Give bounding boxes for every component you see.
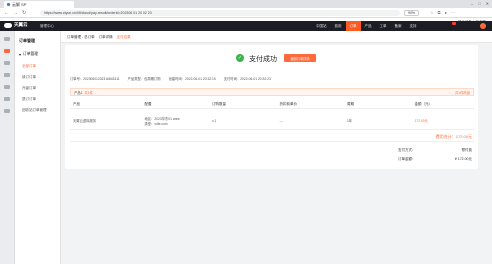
zoom-level[interactable]: 90% xyxy=(404,10,420,16)
nav-item[interactable]: 中国站 xyxy=(312,21,331,31)
order-number: 订单号：20230601202316843411 xyxy=(70,77,120,81)
order-info: 订单号：20230601202316843411 产品类型：包周期订购 创建时间… xyxy=(70,76,271,81)
sidebar-item[interactable]: 升级订单 xyxy=(22,86,36,91)
nav-item[interactable]: 费用 xyxy=(331,21,346,31)
nav-item[interactable]: 订单 xyxy=(345,21,361,31)
record-icon[interactable] xyxy=(4,97,10,101)
nav-item[interactable]: 支持 xyxy=(406,21,421,31)
product-group-tag: 共1件 xyxy=(84,90,93,95)
paid-time: 支付时间：2022-06-01 20:32:23 xyxy=(223,77,271,81)
order-amount-value: ¥ 172.00元 xyxy=(454,157,472,161)
column-header: 配置 xyxy=(144,101,152,106)
icon-rail xyxy=(0,31,15,264)
period: 1年 xyxy=(346,119,353,123)
url-input[interactable]: https://www.ctyun.cn/h5/cloud/pay-result… xyxy=(40,10,400,16)
created-time: 创建时间：2022-06-01 20:32:15 xyxy=(168,77,216,81)
product-name: 天翼云虚拟服务 xyxy=(73,119,97,123)
maximize-icon[interactable]: □ xyxy=(478,1,480,6)
order-amount-label: 订单金额： xyxy=(398,157,416,161)
breadcrumb-item[interactable]: 订单管理 - 总订单 xyxy=(67,35,95,40)
divider xyxy=(70,141,474,142)
sidebar-title: 订单管理 xyxy=(19,38,35,43)
column-header: 订购数量 xyxy=(211,101,226,106)
result-title: 支付成功 xyxy=(249,56,277,63)
sidebar-item[interactable]: 退订订单 xyxy=(22,97,36,102)
chevron-down-icon: ▾ xyxy=(19,53,21,57)
breadcrumb-item[interactable]: 订单详情 xyxy=(99,35,113,40)
close-icon[interactable]: ✕ xyxy=(486,1,489,6)
ticket-icon[interactable] xyxy=(4,85,10,89)
browser-tab[interactable]: 云解 SP xyxy=(4,1,74,8)
brand-logo[interactable]: 天翼云 xyxy=(4,22,28,28)
menu-icon[interactable]: ⋯ xyxy=(451,10,455,15)
top-nav: 中国站 费用 订单 产品 工单 备案 支持 xyxy=(312,21,421,31)
sidebar-group[interactable]: ▾ 订单管理 xyxy=(19,52,38,57)
table-header: 产品 配置 订购数量 折扣前单价 周期 金额（元） xyxy=(70,100,474,109)
product-config: 地区：2023华东01 area 类型：vdle.com xyxy=(144,116,212,126)
check-icon: ✓ xyxy=(236,54,244,62)
browser-nav: ← → ↻ xyxy=(4,10,26,16)
star-icon[interactable]: ☆ xyxy=(430,10,434,15)
order-icon[interactable] xyxy=(4,49,10,53)
back-arrow-icon[interactable]: ← xyxy=(4,10,9,16)
tab-favicon-icon xyxy=(7,3,10,6)
notification-badge xyxy=(452,22,456,25)
amount: 172.00元 xyxy=(414,119,428,123)
home-icon[interactable] xyxy=(4,37,10,41)
window-controls: – □ ✕ xyxy=(471,1,489,6)
cost-icon[interactable] xyxy=(4,61,10,65)
pay-method-value: 预付费 xyxy=(461,148,473,152)
table-row: 天翼云虚拟服务 地区：2023华东01 area 类型：vdle.com x 1… xyxy=(70,112,474,130)
column-header: 金额（元） xyxy=(414,101,432,106)
profile-icon[interactable]: ● xyxy=(444,10,446,15)
config-line: 类型：vdle.com xyxy=(144,121,168,126)
discount-price: --- xyxy=(279,118,283,123)
total-cost: 费用合计：172.00元 xyxy=(435,134,472,139)
forward-arrow-icon[interactable]: → xyxy=(13,10,18,16)
product-type: 产品类型：包周期订购 xyxy=(127,77,161,81)
sidebar-item[interactable]: 续订订单 xyxy=(22,75,36,80)
product-group-label: 产品1 xyxy=(74,90,83,95)
column-header: 折扣前单价 xyxy=(279,101,297,106)
product-icon[interactable] xyxy=(4,73,10,77)
nav-item[interactable]: 工单 xyxy=(376,21,391,31)
breadcrumb: 订单管理 - 总订单 订单详情 支付结果 xyxy=(67,35,131,40)
tab-title: 云解 SP xyxy=(12,1,27,7)
refresh-icon[interactable]: ↻ xyxy=(22,10,26,16)
sidebar-item[interactable]: 回收站订单管理 xyxy=(22,108,47,113)
nav-item[interactable]: 备案 xyxy=(391,21,406,31)
product-group-row: 产品1 共1件 共1件商品 xyxy=(70,88,474,96)
cloud-logo-icon xyxy=(4,22,12,28)
column-header: 产品 xyxy=(73,101,80,106)
breadcrumb-current: 支付结果 xyxy=(116,35,131,39)
pay-method-label: 支付方式： xyxy=(398,148,416,152)
console-link[interactable]: 管理中心 xyxy=(40,24,54,29)
back-to-order-button[interactable]: 返回订单详情 xyxy=(284,54,316,62)
order-qty: x 1 xyxy=(211,118,217,123)
minimize-icon[interactable]: – xyxy=(471,1,473,6)
nav-item[interactable]: 产品 xyxy=(361,21,376,31)
column-header: 周期 xyxy=(346,101,354,106)
avatar[interactable] xyxy=(480,23,486,29)
settings-icon[interactable] xyxy=(4,109,10,113)
extension-icons: ☆ ⧉ ● ⋯ xyxy=(430,10,455,15)
product-count: 共1件商品 xyxy=(454,90,470,95)
sidebar-item[interactable]: 全部订单 xyxy=(22,64,36,69)
extension-icon[interactable]: ⧉ xyxy=(438,10,441,15)
